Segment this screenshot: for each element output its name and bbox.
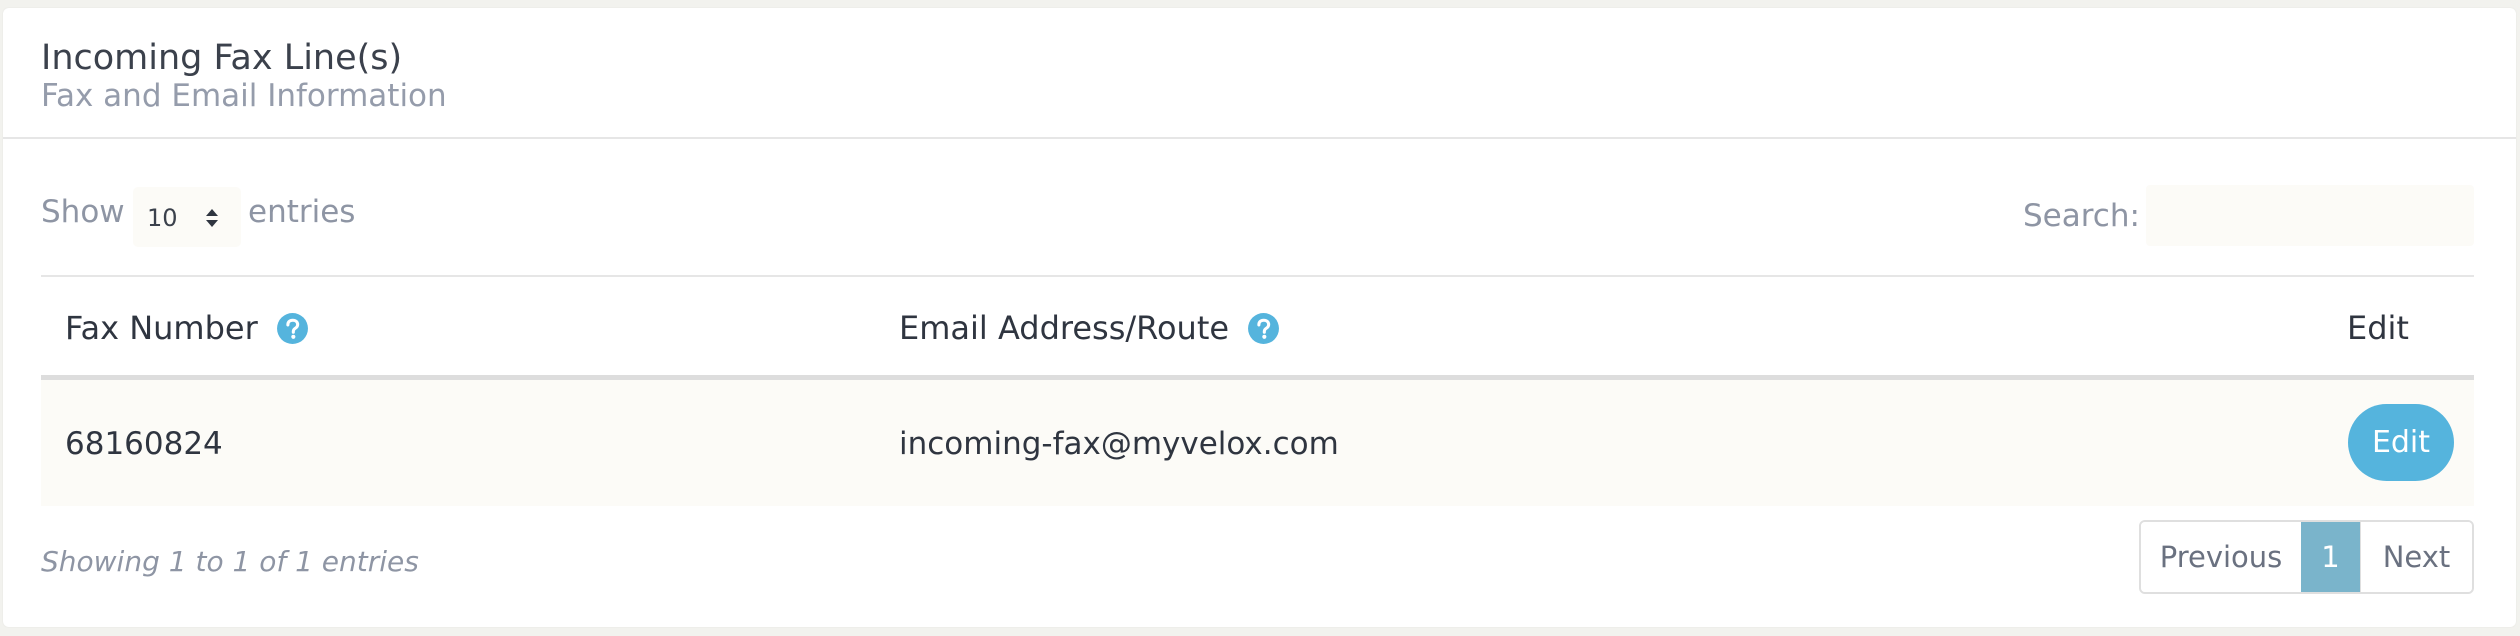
next-page-button[interactable]: Next: [2360, 522, 2472, 592]
entries-label: entries: [248, 194, 356, 230]
column-header-email-route-label: Email Address/Route: [899, 309, 1230, 347]
panel-header: Incoming Fax Line(s) Fax and Email Infor…: [3, 8, 2516, 139]
incoming-fax-panel: Incoming Fax Line(s) Fax and Email Infor…: [3, 8, 2516, 627]
search-label: Search:: [2023, 198, 2140, 234]
column-header-edit[interactable]: Edit: [2347, 309, 2409, 347]
edit-button[interactable]: Edit: [2348, 404, 2454, 481]
page-1-button[interactable]: 1: [2301, 522, 2360, 592]
panel-title: Incoming Fax Line(s): [41, 38, 403, 78]
column-header-fax-number[interactable]: Fax Number: [65, 309, 309, 347]
table-info: Showing 1 to 1 of 1 entries: [41, 545, 419, 578]
panel-subtitle: Fax and Email Information: [41, 78, 447, 114]
pagination: Previous 1 Next: [2139, 520, 2474, 594]
table-header-row: Fax Number Email Address/Route Edit: [41, 275, 2474, 380]
question-circle-icon[interactable]: [1247, 312, 1280, 345]
table-row: 68160824 incoming-fax@myvelox.com Edit: [41, 380, 2474, 506]
sort-arrows-icon: [206, 209, 218, 227]
previous-page-button[interactable]: Previous: [2141, 522, 2301, 592]
fax-lines-table: Fax Number Email Address/Route Edit 6816…: [41, 275, 2474, 506]
entries-length-select[interactable]: 10: [133, 187, 241, 247]
column-header-fax-number-label: Fax Number: [65, 309, 258, 347]
search-input[interactable]: [2146, 185, 2474, 246]
fax-number-cell: 68160824: [65, 426, 223, 462]
entries-length-value: 10: [147, 204, 178, 232]
question-circle-icon[interactable]: [276, 312, 309, 345]
show-label: Show: [41, 194, 125, 230]
column-header-email-route[interactable]: Email Address/Route: [899, 309, 1280, 347]
email-route-cell: incoming-fax@myvelox.com: [899, 426, 1339, 462]
